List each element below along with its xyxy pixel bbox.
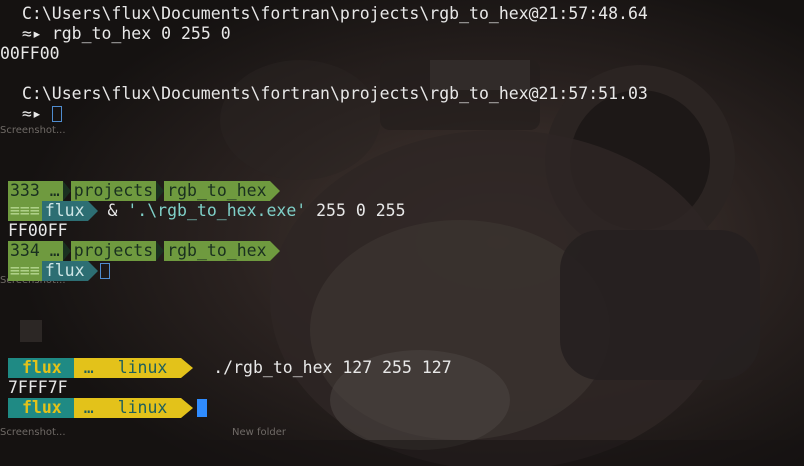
path-ellipsis-segment: …: [73, 398, 108, 418]
desktop-wallpaper: [0, 0, 804, 466]
path-dir: projects: [73, 241, 154, 260]
separator-icon: [156, 241, 165, 261]
path-segment: rgb_to_hex: [164, 241, 270, 261]
path-segment: rgb_to_hex: [164, 181, 270, 201]
powerline-arrow-icon: [87, 261, 98, 281]
path-ellipsis-segment: …: [73, 358, 108, 378]
path-dir: projects: [73, 181, 154, 200]
history-number: 334: [10, 241, 40, 260]
path-ellipsis: …: [83, 358, 94, 377]
command-line[interactable]: ≡≡≡ flux & '.\rgb_to_hex.exe' 255 0 255: [8, 201, 406, 221]
powerline-arrow-icon: [181, 358, 194, 378]
menu-icon: ≡≡≡: [10, 261, 40, 280]
user-name: flux: [22, 358, 62, 377]
command-args: 255 0 255: [316, 201, 406, 220]
command-text: ./rgb_to_hex 127 255 127: [213, 358, 452, 377]
user-segment: flux: [8, 398, 74, 418]
path-dir: rgb_to_hex: [167, 181, 267, 200]
prompt-path: C:\Users\flux\Documents\fortran\projects…: [22, 84, 648, 103]
path-segment: projects: [70, 241, 157, 261]
history-number: 333: [10, 181, 40, 200]
menu-icon: ≡≡≡: [10, 201, 40, 220]
user-name: flux: [22, 398, 62, 417]
path-dir: linux: [117, 398, 168, 417]
active-input-line[interactable]: ≡≡≡ flux: [8, 261, 110, 281]
command-line[interactable]: flux … linux ./rgb_to_hex 127 255 127: [8, 358, 452, 378]
command-amp: &: [107, 201, 118, 220]
user-name: flux: [44, 261, 85, 280]
user-name: flux: [44, 201, 85, 220]
text-cursor[interactable]: [51, 106, 62, 122]
output-text: 7FFF7F: [8, 378, 68, 397]
powerline-arrow-icon: [181, 398, 194, 418]
powerline-arrow-icon: [269, 181, 280, 201]
active-input-line[interactable]: ≈▸: [22, 104, 62, 124]
menu-segment: ≡≡≡: [8, 261, 42, 281]
separator-icon: [62, 241, 71, 261]
powerline-prompt: 334 … projects rgb_to_hex: [8, 241, 280, 261]
path-segment: linux: [107, 398, 182, 418]
path-segment: linux: [107, 358, 182, 378]
command-output: 00FF00: [0, 44, 60, 64]
powerline-prompt: 333 … projects rgb_to_hex: [8, 181, 280, 201]
menu-segment: ≡≡≡: [8, 201, 42, 221]
path-dir: linux: [117, 358, 168, 377]
text-cursor[interactable]: [99, 263, 110, 279]
output-text: FF00FF: [8, 221, 68, 240]
history-number-segment: 334 …: [8, 241, 63, 261]
prompt-path: C:\Users\flux\Documents\fortran\projects…: [22, 4, 648, 23]
prompt-path-line: C:\Users\flux\Documents\fortran\projects…: [22, 84, 648, 104]
command-output: FF00FF: [8, 221, 68, 241]
desktop-icon-label[interactable]: Screenshot...: [0, 125, 66, 136]
command-line[interactable]: ≈▸ rgb_to_hex 0 255 0: [22, 24, 231, 44]
desktop-icon-label[interactable]: New folder: [232, 427, 286, 438]
path-segment: projects: [70, 181, 157, 201]
command-string: '.\rgb_to_hex.exe': [127, 201, 307, 220]
path-dir: rgb_to_hex: [167, 241, 267, 260]
path-ellipsis: …: [83, 398, 94, 417]
desktop-icon-label[interactable]: Screenshot...: [0, 427, 66, 438]
user-segment: flux: [41, 201, 88, 221]
separator-icon: [62, 181, 71, 201]
user-segment: flux: [8, 358, 74, 378]
prompt-path-line: C:\Users\flux\Documents\fortran\projects…: [22, 4, 648, 24]
prompt-symbol: ≈▸: [22, 104, 42, 123]
user-segment: flux: [41, 261, 88, 281]
path-ellipsis: …: [49, 241, 60, 260]
history-number-segment: 333 …: [8, 181, 63, 201]
output-text: 00FF00: [0, 44, 60, 63]
powerline-arrow-icon: [87, 201, 98, 221]
command-output: 7FFF7F: [8, 378, 68, 398]
prompt-symbol: ≈▸: [22, 24, 42, 43]
powerline-arrow-icon: [269, 241, 280, 261]
command-text: rgb_to_hex 0 255 0: [51, 24, 231, 43]
path-ellipsis: …: [49, 181, 60, 200]
separator-icon: [156, 181, 165, 201]
active-input-line[interactable]: flux … linux: [8, 398, 208, 418]
text-cursor[interactable]: [197, 399, 208, 417]
